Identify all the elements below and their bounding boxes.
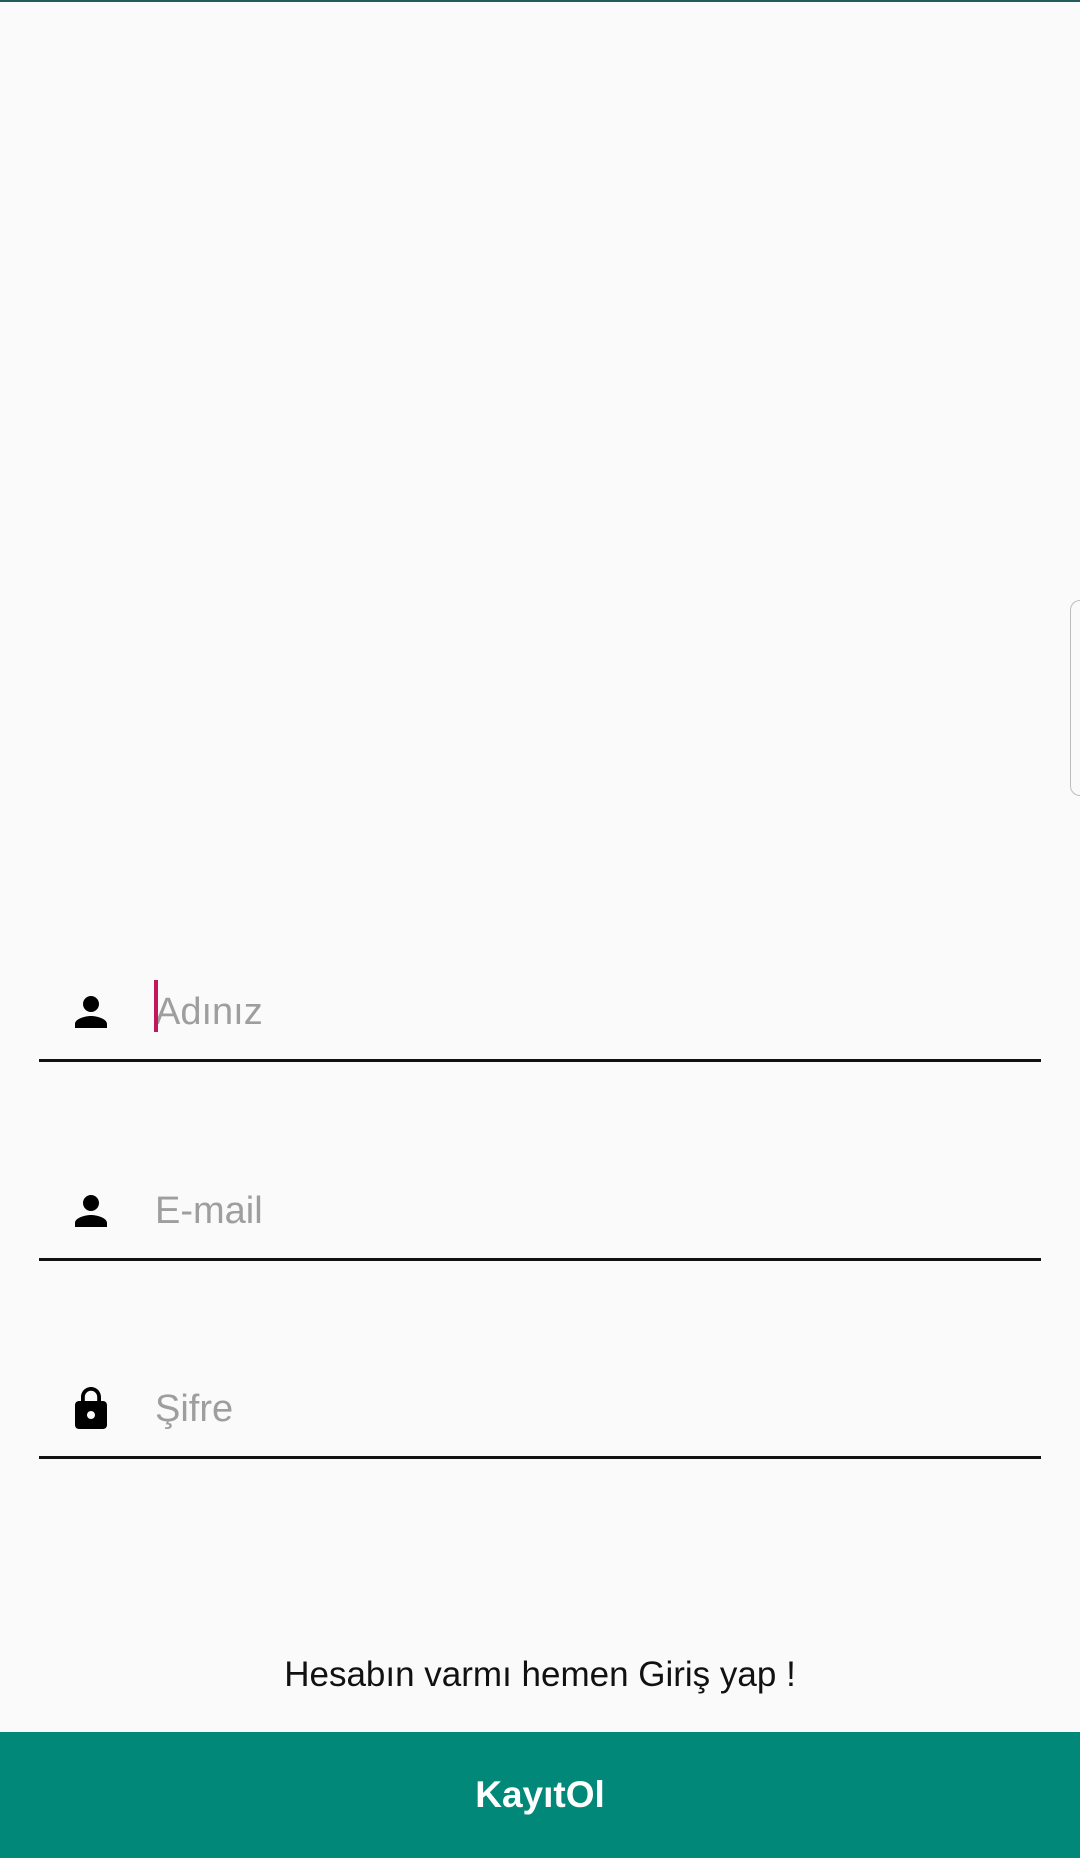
register-button[interactable]: KayıtOl <box>0 1732 1080 1858</box>
text-cursor <box>154 980 158 1032</box>
register-screen: Hesabın varmı hemen Giriş yap ! KayıtOl <box>0 0 1080 1858</box>
email-input[interactable] <box>155 1181 1015 1241</box>
email-field-container <box>39 1161 1041 1261</box>
name-input[interactable] <box>155 982 1015 1042</box>
person-icon <box>75 1195 107 1227</box>
edge-panel-handle[interactable] <box>1070 600 1080 796</box>
person-icon <box>75 996 107 1028</box>
name-input-underline <box>39 1059 1041 1062</box>
lock-icon <box>75 1387 107 1429</box>
name-field-container <box>39 962 1041 1062</box>
password-input-underline <box>39 1456 1041 1459</box>
password-input[interactable] <box>155 1379 1015 1439</box>
login-link[interactable]: Hesabın varmı hemen Giriş yap ! <box>0 1655 1080 1695</box>
status-bar-edge <box>0 0 1080 2</box>
password-field-container <box>39 1359 1041 1459</box>
email-input-underline <box>39 1258 1041 1261</box>
